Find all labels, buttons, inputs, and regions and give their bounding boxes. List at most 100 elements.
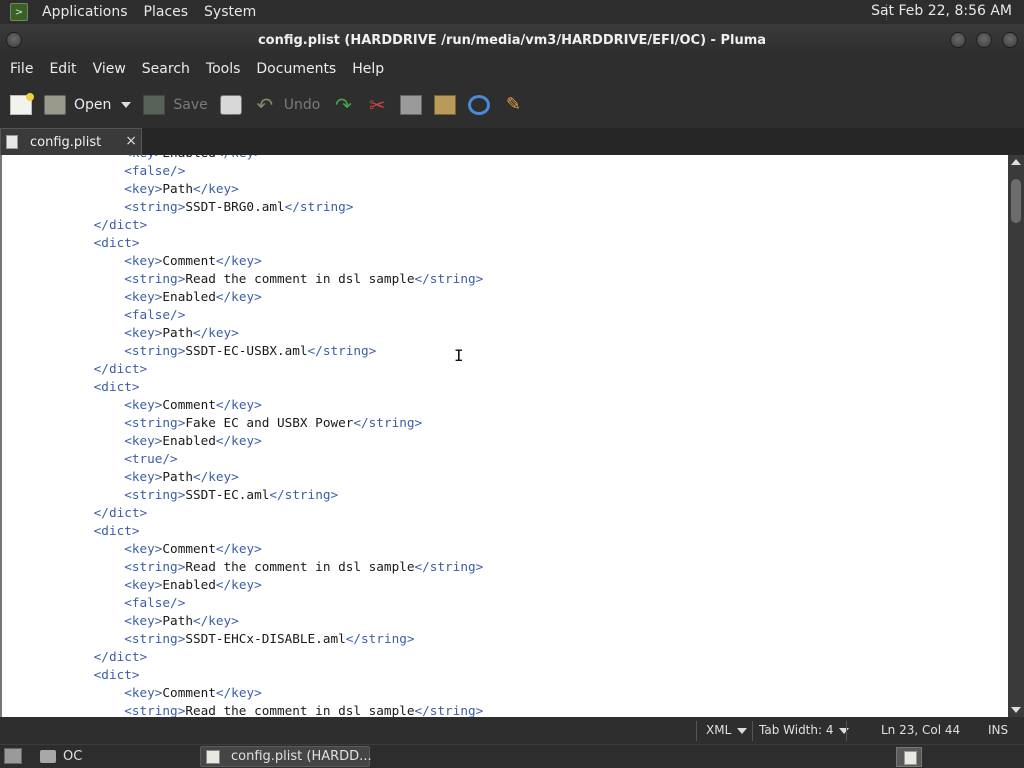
xml-close-tag: </string> (414, 703, 484, 717)
xml-open-tag: </dict> (93, 217, 148, 232)
menu-search[interactable]: Search (134, 61, 198, 77)
code-line[interactable]: </dict> (2, 504, 483, 522)
window-titlebar[interactable]: config.plist (HARDDRIVE /run/media/vm3/H… (0, 24, 1024, 56)
code-line[interactable]: <key>Enabled</key> (2, 576, 483, 594)
code-line[interactable]: <false/> (2, 162, 483, 180)
code-line[interactable]: <key>Comment</key> (2, 396, 483, 414)
tab-width-selector[interactable]: Tab Width: 4 (759, 723, 850, 737)
language-selector[interactable]: XML (706, 723, 748, 737)
menu-file[interactable]: File (2, 61, 41, 77)
tab-width-label: Tab Width: 4 (759, 723, 834, 737)
scroll-down-icon[interactable] (1011, 707, 1021, 713)
folder-icon[interactable] (40, 750, 56, 763)
minimize-button[interactable] (950, 32, 966, 48)
menu-applications[interactable]: Applications (34, 4, 136, 20)
copy-button[interactable] (400, 90, 423, 120)
code-line[interactable]: <string>SSDT-EC.aml</string> (2, 486, 483, 504)
menu-view[interactable]: View (85, 61, 134, 77)
xml-open-tag: <string> (124, 703, 186, 717)
tab-close-icon[interactable]: × (125, 133, 137, 149)
menu-places[interactable]: Places (136, 4, 197, 20)
code-line[interactable]: <string>SSDT-EC-USBX.aml</string> (2, 342, 483, 360)
text-editor[interactable]: <key>Enabled</key> <false/> <key>Path</k… (0, 155, 1008, 717)
code-line[interactable]: <key>Path</key> (2, 324, 483, 342)
code-line[interactable]: <key>Enabled</key> (2, 432, 483, 450)
menu-tools[interactable]: Tools (198, 61, 249, 77)
code-line[interactable]: <string>Read the comment in dsl sample</… (2, 270, 483, 288)
code-line[interactable]: <dict> (2, 522, 483, 540)
undo-button[interactable]: ↶ Undo (254, 90, 320, 120)
code-line[interactable]: <dict> (2, 234, 483, 252)
code-line[interactable]: </dict> (2, 216, 483, 234)
xml-text: Comment (162, 685, 216, 700)
code-line[interactable]: <dict> (2, 378, 483, 396)
close-button[interactable] (1002, 32, 1018, 48)
code-line[interactable]: <dict> (2, 666, 483, 684)
xml-open-tag: <false/> (124, 163, 186, 178)
scroll-up-icon[interactable] (1011, 159, 1021, 165)
xml-open-tag: </dict> (93, 361, 148, 376)
code-line[interactable]: <false/> (2, 594, 483, 612)
tab-config-plist[interactable]: config.plist × (0, 128, 142, 155)
code-line[interactable]: <string>Read the comment in dsl sample</… (2, 702, 483, 717)
xml-text: Enabled (162, 433, 216, 448)
status-separator (846, 721, 847, 741)
code-line[interactable]: <key>Comment</key> (2, 684, 483, 702)
open-folder-icon (44, 95, 66, 115)
code-line[interactable]: <key>Path</key> (2, 180, 483, 198)
open-recent-dropdown-icon[interactable] (121, 102, 132, 108)
code-line[interactable]: <key>Path</key> (2, 612, 483, 630)
code-line[interactable]: <true/> (2, 450, 483, 468)
code-line[interactable]: <key>Enabled</key> (2, 288, 483, 306)
window-menu-icon[interactable] (6, 32, 22, 48)
menu-edit[interactable]: Edit (41, 61, 84, 77)
cut-button[interactable]: ✂ (366, 90, 388, 120)
xml-open-tag: <key> (124, 155, 162, 160)
vertical-scrollbar[interactable] (1008, 155, 1024, 717)
menu-system[interactable]: System (196, 4, 264, 20)
code-line[interactable]: <string>SSDT-EHCx-DISABLE.aml</string> (2, 630, 483, 648)
xml-open-tag: <dict> (93, 379, 140, 394)
redo-button[interactable]: ↷ (332, 90, 354, 120)
code-line[interactable]: <key>Path</key> (2, 468, 483, 486)
pluma-tray-icon[interactable] (896, 747, 922, 767)
new-button[interactable] (10, 90, 34, 120)
code-line[interactable]: <key>Comment</key> (2, 540, 483, 558)
code-line[interactable]: <key>Comment</key> (2, 252, 483, 270)
code-line[interactable]: <false/> (2, 306, 483, 324)
code-line[interactable]: <string>SSDT-BRG0.aml</string> (2, 198, 483, 216)
menu-documents[interactable]: Documents (248, 61, 344, 77)
terminal-icon[interactable]: > (10, 3, 28, 21)
replace-button[interactable]: ✎ (502, 90, 524, 120)
code-line[interactable]: </dict> (2, 360, 483, 378)
scrollbar-thumb[interactable] (1011, 179, 1021, 223)
find-button[interactable] (468, 90, 491, 120)
undo-icon: ↶ (256, 93, 274, 117)
paste-button[interactable] (434, 90, 457, 120)
taskbar-item-oc[interactable]: OC (63, 749, 82, 764)
code-line[interactable]: </dict> (2, 648, 483, 666)
code-line[interactable]: <string>Read the comment in dsl sample</… (2, 558, 483, 576)
show-desktop-icon[interactable] (4, 748, 22, 764)
print-button[interactable] (219, 90, 242, 120)
code-line[interactable]: <string>Fake EC and USBX Power</string> (2, 414, 483, 432)
xml-open-tag: <true/> (124, 451, 178, 466)
xml-open-tag: <key> (124, 289, 163, 304)
redo-icon: ↷ (334, 93, 352, 117)
xml-close-tag: </string> (414, 271, 484, 286)
maximize-button[interactable] (976, 32, 992, 48)
code-view[interactable]: <key>Enabled</key> <false/> <key>Path</k… (2, 155, 484, 717)
open-button[interactable]: Open (44, 90, 132, 120)
save-button[interactable]: Save (143, 90, 208, 120)
clock[interactable]: Sat Feb 22, 8:56 AM (871, 3, 1012, 19)
code-line[interactable]: <key>Enabled</key> (2, 155, 483, 162)
menu-help[interactable]: Help (344, 61, 392, 77)
copy-icon (400, 95, 423, 115)
